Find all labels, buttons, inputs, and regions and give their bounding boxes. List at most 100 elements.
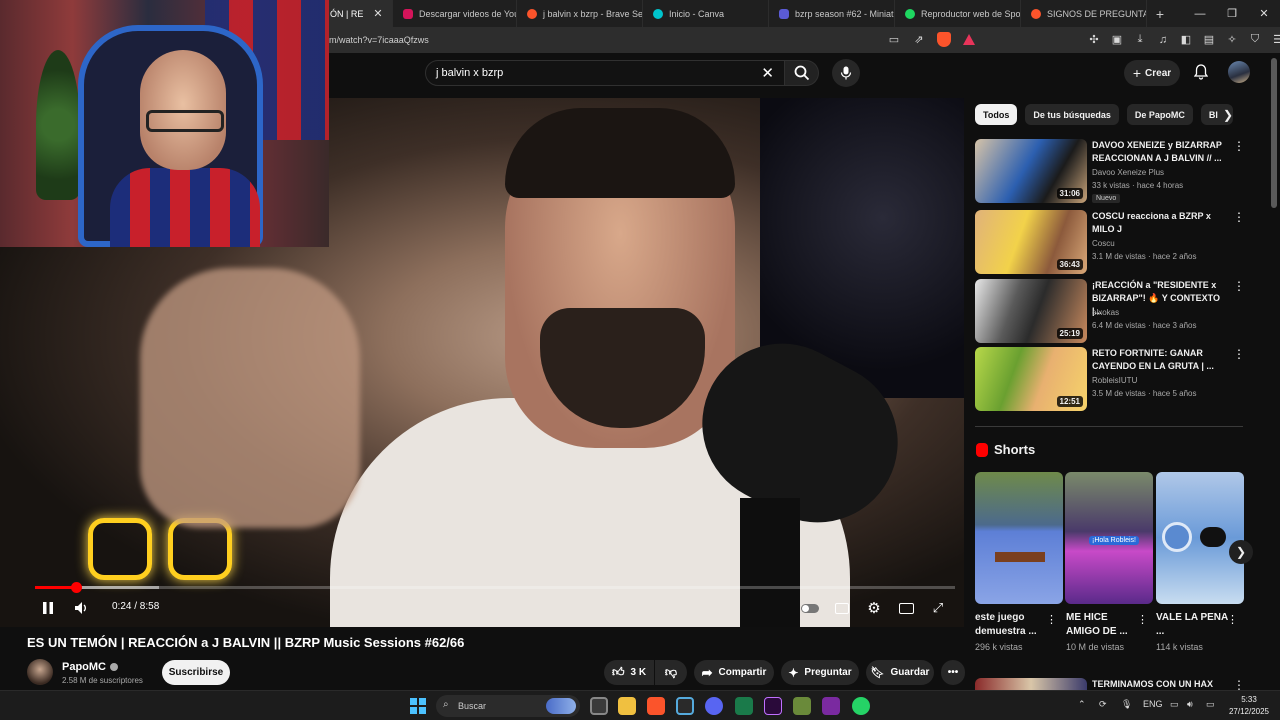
- video-thumbnail[interactable]: 31:06: [975, 139, 1087, 203]
- premiere-pro-icon[interactable]: [764, 697, 782, 715]
- recommendation-channel[interactable]: Coscu: [1092, 239, 1115, 248]
- tab-canva[interactable]: Inicio - Canva: [643, 0, 769, 27]
- taskbar-search[interactable]: ⌕ Buscar: [436, 695, 580, 717]
- share-icon[interactable]: ⇗: [911, 31, 927, 48]
- sync-icon[interactable]: ⟳: [1099, 699, 1107, 710]
- scrubber-handle[interactable]: [71, 582, 83, 593]
- tab-spotify[interactable]: Reproductor web de Spoti: [895, 0, 1021, 27]
- vpn-icon[interactable]: ⛉: [1247, 31, 1263, 48]
- file-explorer-icon[interactable]: [618, 697, 636, 715]
- list-item[interactable]: 12:51 RETO FORTNITE: GANAR CAYENDO EN LA…: [975, 347, 1245, 411]
- list-item[interactable]: 36:43 COSCU reacciona a BZRP x MILO J Co…: [975, 210, 1245, 274]
- share-button[interactable]: ➦ Compartir: [694, 660, 774, 685]
- like-button[interactable]: 👍︎ 3 K: [604, 660, 654, 685]
- short-title[interactable]: este juego demuestra ...: [975, 611, 1047, 639]
- more-actions-button[interactable]: •••: [941, 660, 965, 685]
- battery-icon[interactable]: ▭: [1206, 699, 1215, 710]
- subtitles-button[interactable]: [832, 598, 852, 618]
- miniplayer-button[interactable]: [896, 598, 916, 618]
- minecraft-icon[interactable]: [793, 697, 811, 715]
- chevron-right-icon[interactable]: ❯: [1218, 105, 1238, 125]
- download-icon[interactable]: ⤓: [1132, 31, 1148, 48]
- menu-icon[interactable]: ☰: [1270, 31, 1280, 48]
- more-vertical-icon[interactable]: ⋮: [1233, 139, 1245, 153]
- recommendation-title[interactable]: TERMINAMOS CON UN HAX: [1092, 679, 1213, 689]
- tab-manager-icon[interactable]: ▣: [1109, 31, 1125, 48]
- task-view-icon[interactable]: [590, 697, 608, 715]
- create-button[interactable]: + Crear: [1124, 60, 1180, 86]
- sidebar-icon[interactable]: ◧: [1178, 31, 1194, 48]
- leo-ai-icon[interactable]: ✧: [1224, 31, 1240, 48]
- whatsapp-icon[interactable]: [852, 697, 870, 715]
- settings-button[interactable]: ⚙: [864, 598, 884, 618]
- close-tab-icon[interactable]: ✕: [373, 7, 382, 20]
- language-indicator[interactable]: ENG: [1143, 699, 1163, 709]
- list-item[interactable]: 31:06 DAVOO XENEIZE y BIZARRAP REACCIONA…: [975, 139, 1245, 203]
- more-vertical-icon[interactable]: ⋮: [1227, 613, 1238, 626]
- app-icon[interactable]: [822, 697, 840, 715]
- wallet-icon[interactable]: ▤: [1201, 31, 1217, 48]
- minimize-icon[interactable]: —: [1184, 0, 1216, 27]
- voice-search-button[interactable]: [832, 59, 860, 87]
- pause-button[interactable]: [39, 598, 57, 618]
- brave-rewards-icon[interactable]: [961, 31, 977, 48]
- extensions-icon[interactable]: ✣: [1086, 31, 1102, 48]
- more-vertical-icon[interactable]: ⋮: [1046, 613, 1057, 626]
- ask-button[interactable]: ✦ Preguntar: [781, 660, 859, 685]
- windows-start-icon[interactable]: [410, 698, 426, 714]
- brave-shields-icon[interactable]: [936, 31, 952, 48]
- subscribe-button[interactable]: Suscribirse: [162, 660, 230, 685]
- close-window-icon[interactable]: ✕: [1248, 0, 1280, 27]
- media-icon[interactable]: ♫: [1155, 31, 1171, 48]
- discord-icon[interactable]: [705, 697, 723, 715]
- video-thumbnail[interactable]: 36:43: [975, 210, 1087, 274]
- list-item[interactable]: 25:19 ¡REACCIÓN a "RESIDENTE x BIZARRAP"…: [975, 279, 1245, 343]
- search-input[interactable]: j balvin x bzrp ✕: [425, 60, 785, 86]
- chip-de-papomc[interactable]: De PapoMC: [1126, 104, 1193, 125]
- restore-icon[interactable]: ❐: [1216, 0, 1248, 27]
- clear-search-icon[interactable]: ✕: [761, 64, 774, 82]
- new-tab-button[interactable]: +: [1147, 6, 1173, 22]
- more-vertical-icon[interactable]: ⋮: [1233, 347, 1245, 361]
- channel-avatar[interactable]: [27, 659, 53, 685]
- chip-de-tus-busquedas[interactable]: De tus búsquedas: [1025, 104, 1119, 125]
- more-vertical-icon[interactable]: ⋮: [1233, 279, 1245, 293]
- recommendation-channel[interactable]: RobleisIUTU: [1092, 376, 1137, 385]
- short-thumbnail[interactable]: [975, 472, 1063, 604]
- volume-icon[interactable]: 🔊︎: [1187, 699, 1193, 710]
- tab-miniatura[interactable]: bzrp season #62 - Miniatu: [769, 0, 895, 27]
- short-thumbnail[interactable]: [1156, 472, 1244, 604]
- recommendation-title[interactable]: COSCU reacciona a BZRP x MILO J: [1092, 210, 1224, 236]
- address-bar[interactable]: m/watch?v=7icaaaQfzws: [329, 27, 429, 53]
- chevron-up-icon[interactable]: ⌃: [1078, 699, 1086, 710]
- progress-bar[interactable]: [35, 582, 955, 593]
- more-vertical-icon[interactable]: ⋮: [1233, 210, 1245, 224]
- short-thumbnail[interactable]: ¡Hola Robleis!: [1065, 472, 1153, 604]
- chip-todos[interactable]: Todos: [975, 104, 1018, 125]
- microphone-icon[interactable]: 🎙︎: [1121, 699, 1132, 710]
- tab-brave-search[interactable]: j balvin x bzrp - Brave Sea: [517, 0, 643, 27]
- scrollbar[interactable]: [1271, 58, 1277, 208]
- recommendation-title[interactable]: DAVOO XENEIZE y BIZARRAP REACCIONAN A J …: [1092, 139, 1224, 165]
- short-title[interactable]: VALE LA PENA ...: [1156, 611, 1228, 639]
- more-vertical-icon[interactable]: ⋮: [1137, 613, 1148, 626]
- dislike-button[interactable]: 👎︎: [655, 660, 687, 685]
- tab-signos[interactable]: SIGNOS DE PREGUNTA - E: [1021, 0, 1147, 27]
- recommendation-title[interactable]: RETO FORTNITE: GANAR CAYENDO EN LA GRUTA…: [1092, 347, 1224, 373]
- app-icon[interactable]: [735, 697, 753, 715]
- account-avatar[interactable]: [1228, 61, 1250, 83]
- video-thumbnail[interactable]: 12:51: [975, 347, 1087, 411]
- shorts-next-button[interactable]: ❯: [1229, 540, 1253, 564]
- video-thumbnail[interactable]: 25:19: [975, 279, 1087, 343]
- cast-icon[interactable]: ▭: [886, 31, 902, 48]
- recommendation-channel[interactable]: elxokas: [1092, 308, 1119, 317]
- search-button[interactable]: [785, 60, 819, 86]
- channel-name[interactable]: PapoMC: [62, 661, 118, 673]
- recommendation-channel[interactable]: Davoo Xeneize Plus: [1092, 168, 1164, 177]
- save-button[interactable]: 🔖︎ Guardar: [866, 660, 934, 685]
- brave-browser-icon[interactable]: [647, 697, 665, 715]
- notifications-button[interactable]: [1191, 62, 1211, 82]
- autoplay-toggle[interactable]: [799, 598, 821, 618]
- tab-descargar[interactable]: Descargar videos de YouTu: [393, 0, 517, 27]
- network-icon[interactable]: ▭: [1170, 699, 1179, 710]
